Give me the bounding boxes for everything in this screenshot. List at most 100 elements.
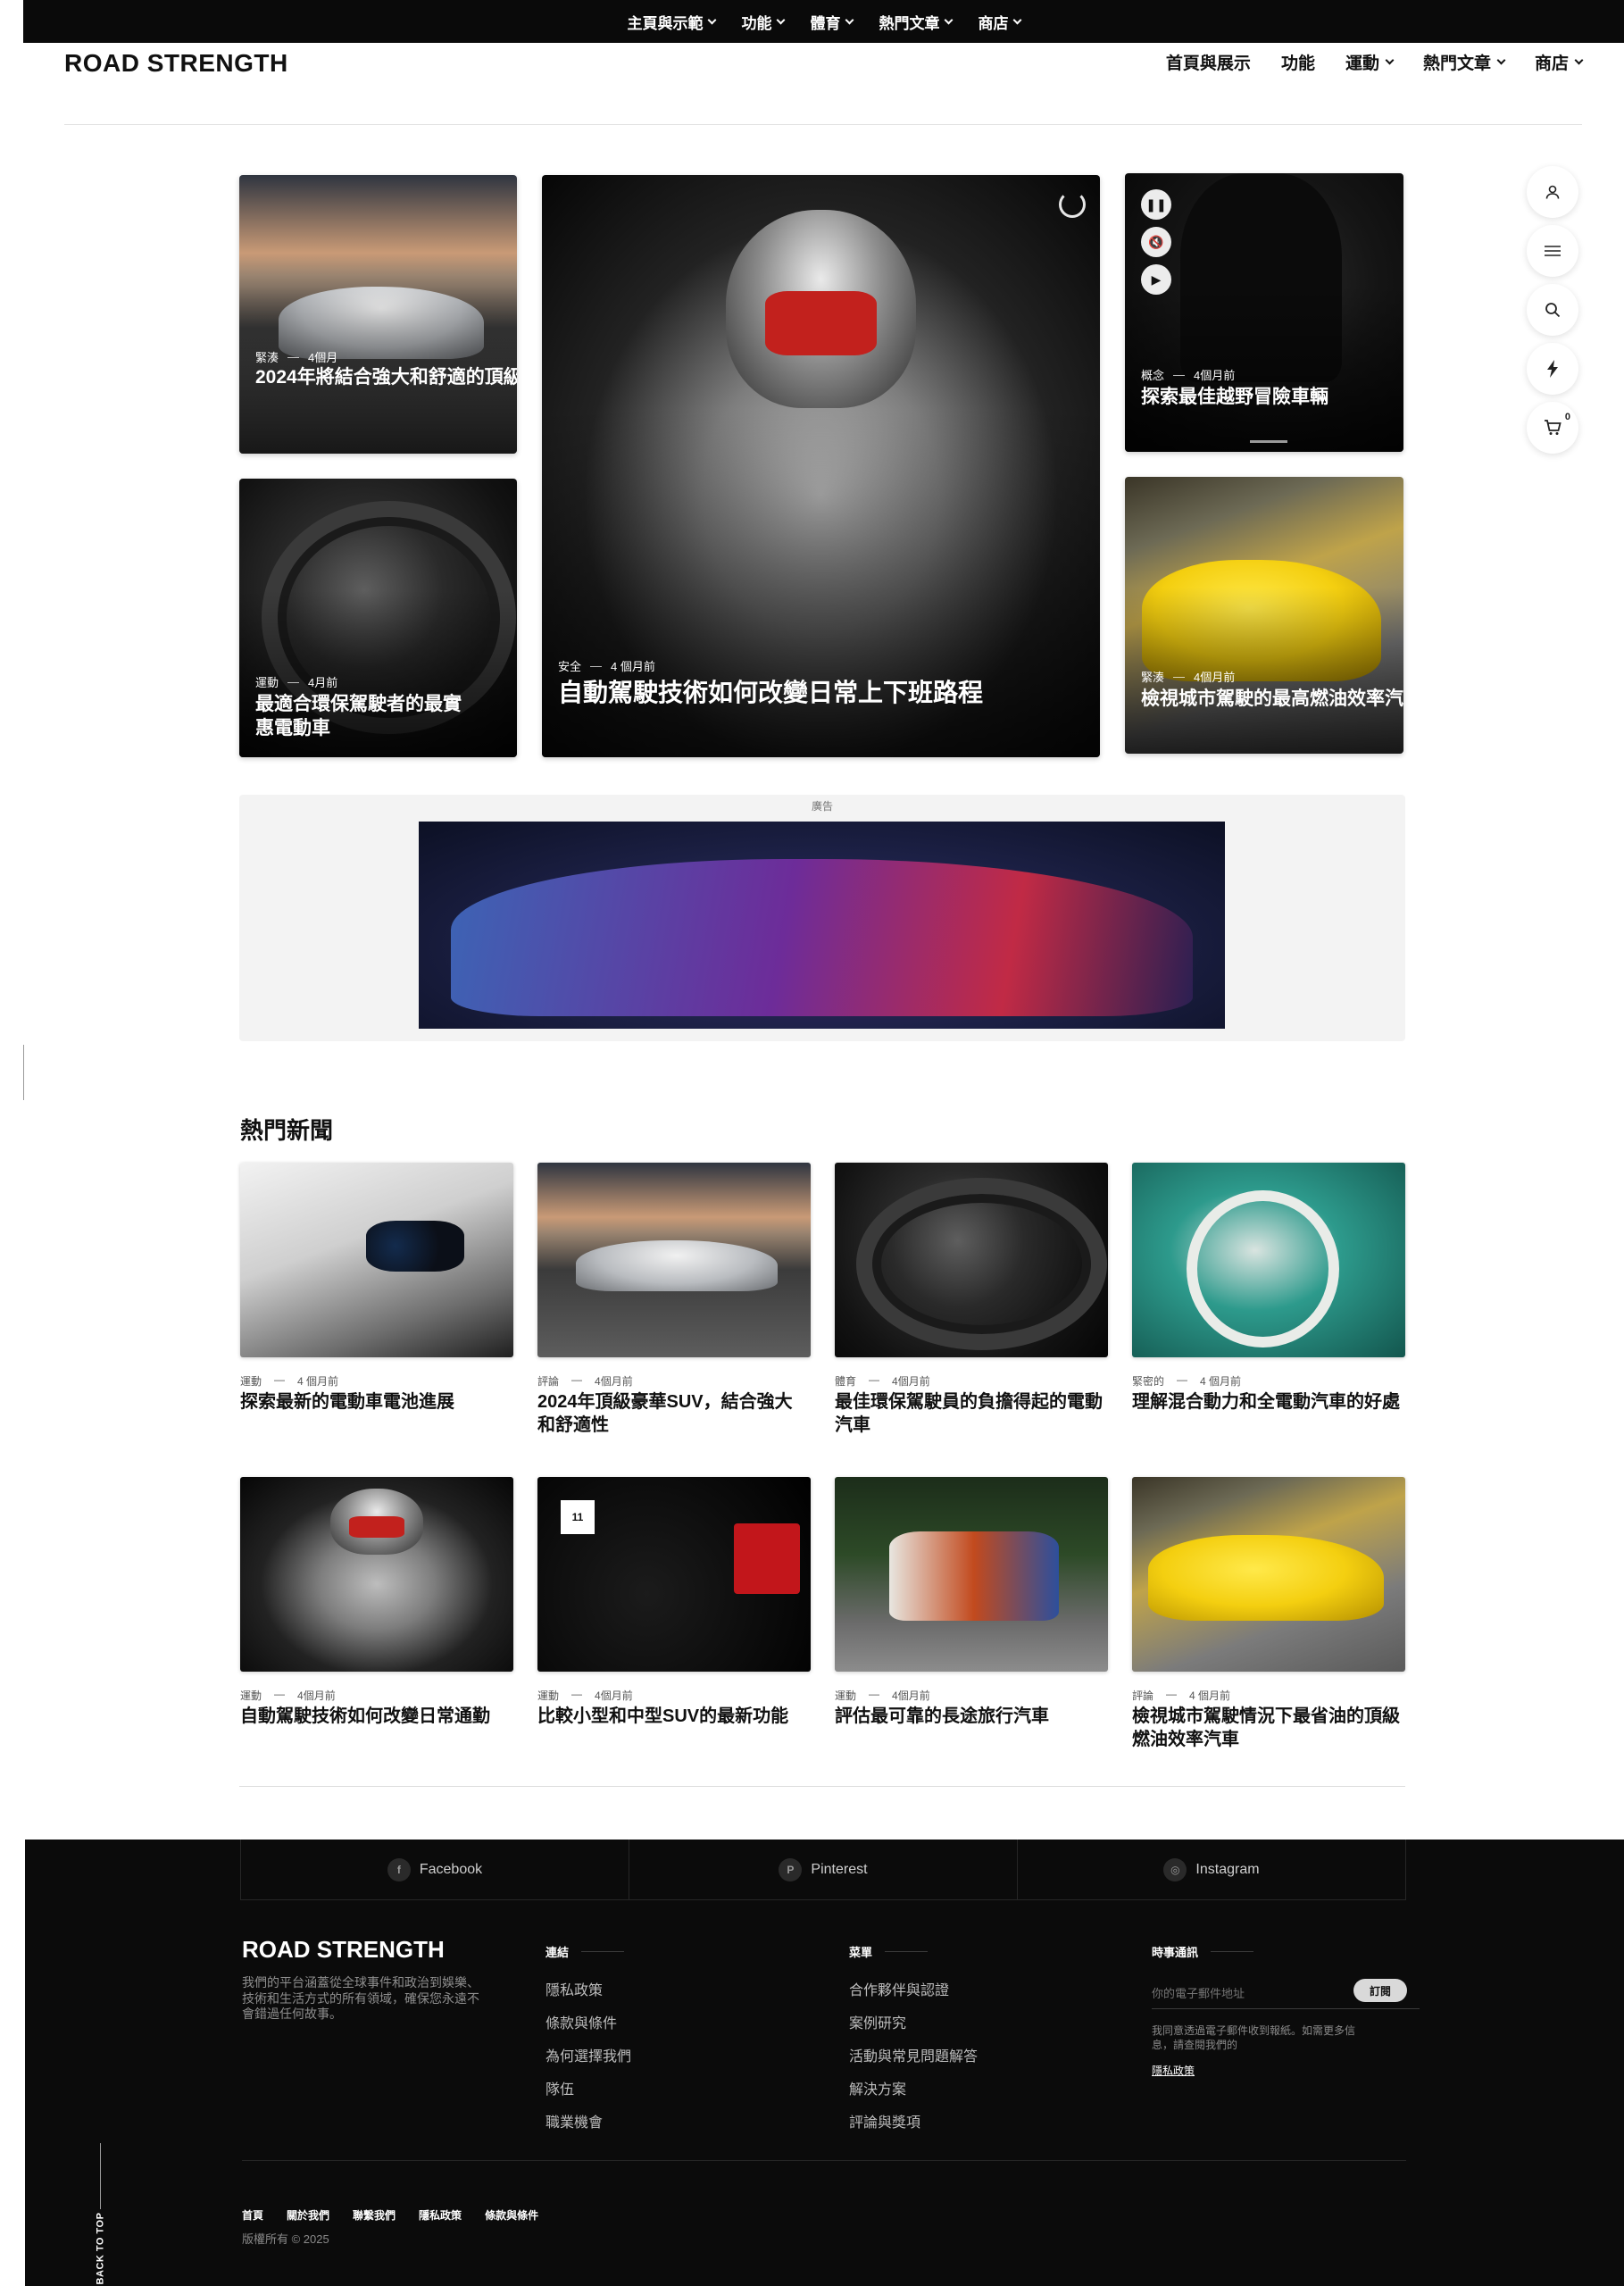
news-thumbnail[interactable]	[835, 1163, 1108, 1357]
chevron-down-icon	[1574, 55, 1584, 65]
card-title[interactable]: 自動駕駛技術如何改變日常上下班路程	[558, 677, 983, 709]
flash-button[interactable]	[1527, 343, 1578, 395]
mute-button[interactable]: 🔇	[1141, 227, 1171, 257]
topbar-item-features[interactable]: 功能	[742, 11, 785, 33]
footer-link[interactable]: 合作夥伴與認證	[849, 1978, 978, 1999]
chevron-down-icon	[845, 15, 854, 24]
top-bar: 主頁與示範 功能 體育 熱門文章 商店	[23, 0, 1624, 43]
chevron-down-icon	[1496, 55, 1506, 65]
chevron-down-icon	[776, 15, 785, 24]
card-title[interactable]: 檢視城市駕駛的最高燃油效率汽車	[1141, 688, 1403, 712]
edge-line	[23, 1045, 24, 1100]
topbar-item-home[interactable]: 主頁與示範	[628, 11, 716, 33]
news-title[interactable]: 理解混合動力和全電動汽車的好處	[1132, 1391, 1418, 1414]
side-rail: 0	[1527, 166, 1578, 454]
news-title[interactable]: 探索最新的電動車電池進展	[240, 1391, 526, 1414]
footer-divider	[242, 2160, 1406, 2161]
footer-link[interactable]: 隊伍	[545, 2077, 631, 2098]
footer-bottom-link[interactable]: 隱私政策	[419, 2207, 462, 2223]
site-logo[interactable]: ROAD STRENGTH	[64, 49, 288, 78]
facebook-icon: f	[387, 1857, 411, 1881]
nav-item-shop[interactable]: 商店	[1535, 50, 1584, 74]
footer-link[interactable]: 評論與獎項	[849, 2110, 978, 2132]
footer-newsletter-column: 時事通訊	[1152, 1943, 1253, 1960]
card-title[interactable]: 探索最佳越野冒險車輛	[1141, 386, 1328, 410]
hero-featured-card[interactable]: 安全 —4 個月前 自動駕駛技術如何改變日常上下班路程	[542, 175, 1100, 757]
news-meta: 運動 —4個月前	[240, 1688, 336, 1702]
date-badge: 11	[561, 1500, 595, 1534]
nav-item-sports[interactable]: 運動	[1345, 50, 1395, 74]
search-button[interactable]	[1527, 284, 1578, 336]
subscribe-button[interactable]: 訂閱	[1353, 1979, 1407, 2002]
card-meta: 概念 —4個月前	[1141, 368, 1236, 382]
footer-link[interactable]: 活動與常見問題解答	[849, 2044, 978, 2065]
footer-link[interactable]: 隱私政策	[545, 1978, 631, 1999]
social-pinterest[interactable]: P Pinterest	[629, 1840, 1017, 1899]
news-title[interactable]: 評估最可靠的長途旅行汽車	[835, 1706, 1120, 1729]
privacy-link[interactable]: 隱私政策	[1152, 2063, 1195, 2078]
news-title[interactable]: 自動駕駛技術如何改變日常通勤	[240, 1706, 526, 1729]
footer-column-heading: 菜單	[849, 1943, 978, 1960]
hero-card[interactable]: 運動 —4月前 最適合環保駕駛者的最實惠電動車	[239, 479, 517, 757]
hero-card[interactable]: 緊湊 —4個月前 檢視城市駕駛的最高燃油效率汽車	[1125, 477, 1403, 754]
card-title[interactable]: 2024年將結合強大和舒適的頂級	[255, 366, 517, 390]
news-title[interactable]: 檢視城市駕駛情況下最省油的頂級燃油效率汽車	[1132, 1706, 1400, 1751]
social-facebook[interactable]: f Facebook	[240, 1840, 629, 1899]
news-title[interactable]: 2024年頂級豪華SUV，結合強大和舒適性	[537, 1391, 805, 1437]
news-thumbnail[interactable]	[240, 1477, 513, 1672]
footer-link[interactable]: 案例研究	[849, 2011, 978, 2032]
footer-link[interactable]: 為何選擇我們	[545, 2044, 631, 2065]
hero-video-card[interactable]: ❚❚ 🔇 ▶ 概念 —4個月前 探索最佳越野冒險車輛	[1125, 173, 1403, 452]
card-title[interactable]: 最適合環保駕駛者的最實惠電動車	[255, 693, 470, 741]
news-title[interactable]: 比較小型和中型SUV的最新功能	[537, 1706, 823, 1729]
bolt-icon	[1547, 360, 1558, 378]
footer-link[interactable]: 職業機會	[545, 2110, 631, 2132]
card-meta: 緊湊 —4個月前	[1141, 670, 1236, 684]
news-thumbnail[interactable]: 11	[537, 1477, 811, 1672]
footer-menu-column: 菜單 合作夥伴與認證 案例研究 活動與常見問題解答 解決方案 評論與獎項	[849, 1943, 978, 2143]
news-thumbnail[interactable]	[1132, 1163, 1405, 1357]
footer-bottom-link[interactable]: 首頁	[242, 2207, 263, 2223]
video-progress	[1250, 440, 1288, 443]
user-button[interactable]	[1527, 166, 1578, 218]
site-header: ROAD STRENGTH 首頁與展示 功能 運動 熱門文章 商店	[64, 45, 1584, 125]
menu-icon	[1545, 246, 1561, 256]
footer-link[interactable]: 條款與條件	[545, 2011, 631, 2032]
ad-image[interactable]	[419, 822, 1225, 1029]
news-thumbnail[interactable]	[1132, 1477, 1405, 1672]
back-to-top-button[interactable]: BACK TO TOP	[95, 2143, 127, 2284]
pause-button[interactable]: ❚❚	[1141, 189, 1171, 220]
social-instagram[interactable]: ◎ Instagram	[1017, 1840, 1406, 1899]
footer-description: 我們的平台涵蓋從全球事件和政治到娛樂、技術和生活方式的所有領域，確保您永遠不會錯…	[242, 1975, 479, 2021]
footer-bottom-link[interactable]: 條款與條件	[485, 2207, 538, 2223]
chevron-down-icon	[944, 15, 953, 24]
cart-icon	[1545, 420, 1562, 435]
news-meta: 運動 —4 個月前	[240, 1373, 339, 1388]
news-thumbnail[interactable]	[240, 1163, 513, 1357]
nav-item-home[interactable]: 首頁與展示	[1166, 50, 1251, 74]
footer-bottom-link[interactable]: 關於我們	[287, 2207, 329, 2223]
news-meta: 體育 —4個月前	[835, 1373, 930, 1388]
footer-link[interactable]: 解決方案	[849, 2077, 978, 2098]
news-thumbnail[interactable]	[835, 1477, 1108, 1672]
footer-bottom-link[interactable]: 聯繫我們	[353, 2207, 396, 2223]
media-controls: ❚❚ 🔇 ▶	[1141, 189, 1171, 295]
nav-item-popular[interactable]: 熱門文章	[1423, 50, 1506, 74]
hero-card[interactable]: 緊湊 —4個月 2024年將結合強大和舒適的頂級	[239, 175, 517, 454]
topbar-item-sports[interactable]: 體育	[811, 11, 854, 33]
news-thumbnail[interactable]	[537, 1163, 811, 1357]
pause-icon: ❚❚	[1145, 196, 1167, 212]
nav-item-features[interactable]: 功能	[1281, 50, 1315, 74]
chevron-down-icon	[1385, 55, 1395, 65]
topbar-item-popular[interactable]: 熱門文章	[879, 11, 953, 33]
youtube-button[interactable]: ▶	[1141, 264, 1171, 295]
card-meta: 運動 —4月前	[255, 675, 338, 689]
footer-logo[interactable]: ROAD STRENGTH	[242, 1936, 445, 1964]
topbar-item-shop[interactable]: 商店	[979, 11, 1021, 33]
ad-label: 廣告	[811, 800, 833, 813]
menu-button[interactable]	[1527, 225, 1578, 277]
news-title[interactable]: 最佳環保駕駛員的負擔得起的電動汽車	[835, 1391, 1103, 1437]
cart-button[interactable]: 0	[1527, 402, 1578, 454]
instagram-icon: ◎	[1163, 1857, 1187, 1881]
section-divider	[239, 1786, 1405, 1787]
